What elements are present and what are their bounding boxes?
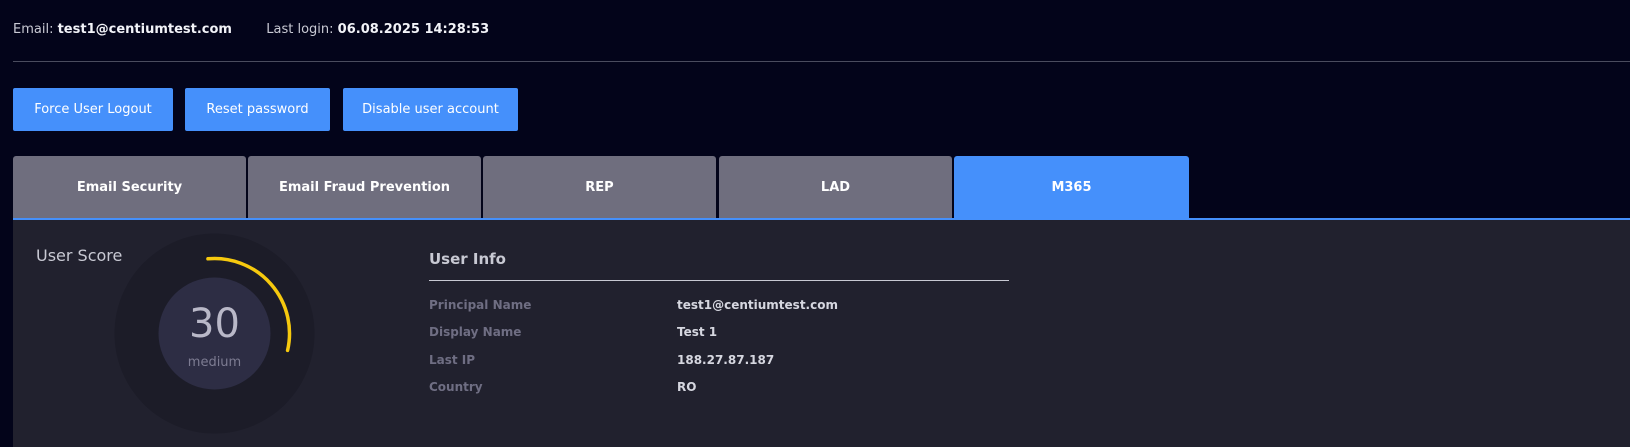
user-score-level: medium: [187, 355, 242, 370]
tab-lad[interactable]: LAD: [719, 156, 952, 218]
display-name-value: Test 1: [677, 325, 718, 339]
user-score-gauge: 30 medium: [113, 232, 316, 435]
tab-email-fraud-prevention[interactable]: Email Fraud Prevention: [248, 156, 481, 218]
country-value: RO: [677, 380, 697, 394]
disable-user-account-button[interactable]: Disable user account: [343, 88, 518, 131]
user-info-title: User Info: [429, 250, 506, 268]
country-label: Country: [429, 380, 483, 394]
tab-email-security[interactable]: Email Security: [13, 156, 246, 218]
principal-name-label: Principal Name: [429, 298, 532, 312]
last-login-label: Last login:: [266, 22, 334, 37]
reset-password-button[interactable]: Reset password: [185, 88, 330, 131]
tab-m365[interactable]: M365: [954, 156, 1189, 218]
tab-rep[interactable]: REP: [483, 156, 716, 218]
user-score-value: 30: [189, 301, 240, 347]
user-score-title: User Score: [36, 246, 123, 265]
email-value: test1@centiumtest.com: [57, 22, 232, 37]
email-label: Email:: [13, 22, 54, 37]
last-ip-value: 188.27.87.187: [677, 353, 775, 367]
force-user-logout-button[interactable]: Force User Logout: [13, 88, 173, 131]
login-info-bar: Email: test1@centiumtest.com Last login:…: [13, 22, 489, 37]
principal-name-value: test1@centiumtest.com: [677, 298, 838, 312]
last-ip-label: Last IP: [429, 353, 476, 367]
last-login-value: 06.08.2025 14:28:53: [337, 22, 490, 37]
display-name-label: Display Name: [429, 325, 522, 339]
user-info-divider: [429, 280, 1009, 281]
header-divider: [13, 61, 1630, 62]
m365-panel: User Score 30 medium User Info Principal…: [13, 218, 1630, 447]
